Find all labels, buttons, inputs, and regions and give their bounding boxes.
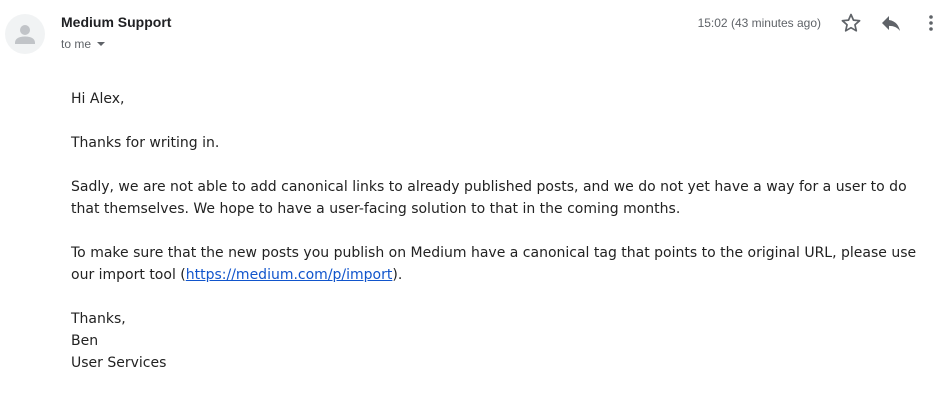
reply-button[interactable]: [879, 11, 903, 35]
body-paragraph: Sadly, we are not able to add canonical …: [71, 179, 907, 217]
message-timestamp: 15:02 (43 minutes ago): [697, 16, 821, 30]
sender-name[interactable]: Medium Support: [61, 14, 171, 30]
person-icon: [15, 25, 35, 44]
signature-team: User Services: [71, 355, 167, 371]
greeting: Hi Alex,: [71, 91, 125, 107]
reply-icon: [882, 16, 900, 31]
email-body: Hi Alex, Thanks for writing in. Sadly, w…: [71, 88, 931, 374]
chevron-down-icon: [97, 42, 106, 46]
email-header: Medium Support to me 15:02 (43 minutes a…: [0, 0, 947, 60]
paragraph-text: ).: [392, 267, 403, 283]
more-vertical-icon: [929, 15, 933, 31]
import-tool-link[interactable]: https://medium.com/p/import: [186, 267, 393, 283]
recipient-label: to me: [61, 37, 92, 51]
sender-avatar[interactable]: [5, 14, 45, 54]
star-button[interactable]: [839, 11, 863, 35]
body-paragraph: Thanks for writing in.: [71, 135, 220, 151]
more-options-button[interactable]: [919, 11, 943, 35]
recipient-details-toggle[interactable]: to me: [61, 36, 106, 52]
body-paragraph: To make sure that the new posts you publ…: [71, 242, 931, 286]
signoff: Thanks,: [71, 311, 126, 327]
signature-name: Ben: [71, 333, 99, 349]
star-icon: [841, 13, 861, 32]
